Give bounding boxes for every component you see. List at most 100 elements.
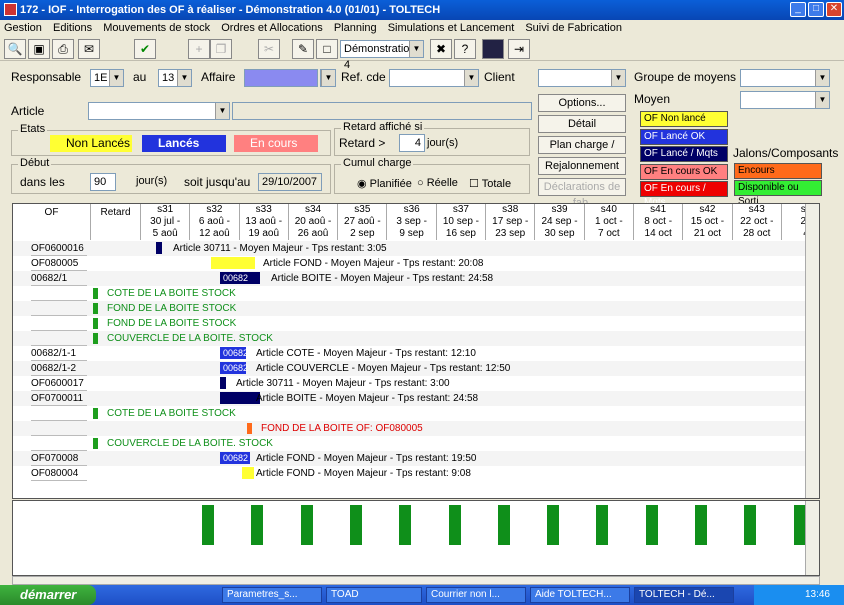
of-cell: OF0700011 — [31, 391, 87, 406]
table-row[interactable]: COTE DE LA BOITE STOCK — [13, 286, 819, 301]
minimize-button[interactable]: _ — [790, 2, 806, 17]
soit-label: soit jusqu'au — [184, 175, 251, 189]
rejalonnement-button[interactable]: Rejalonnement — [538, 157, 626, 175]
menu-gestion[interactable]: Gestion — [0, 20, 46, 36]
maximize-button[interactable]: □ — [808, 2, 824, 17]
responsable-to-select[interactable]: 13 ▼ — [158, 69, 192, 87]
menu-editions[interactable]: Editions — [49, 20, 96, 36]
plan-charge-button[interactable]: Plan charge / sem. — [538, 136, 626, 167]
menu-simulations[interactable]: Simulations et Lancement — [384, 20, 519, 36]
table-row[interactable]: FOND DE LA BOITE STOCK — [13, 301, 819, 316]
title-bar: 172 - IOF - Interrogation des OF à réali… — [0, 0, 844, 20]
debut-label: Début — [18, 157, 52, 169]
affaire-input[interactable] — [244, 69, 318, 87]
jalon-mark — [93, 303, 98, 314]
moyen-select[interactable]: ▼ — [740, 91, 830, 109]
blank-icon[interactable]: □ — [316, 39, 338, 59]
task-parametres[interactable]: Parametres_s... — [222, 587, 322, 603]
load-bar — [300, 505, 313, 545]
export-icon[interactable]: ✉ — [78, 39, 100, 59]
add-icon[interactable]: + — [188, 39, 210, 59]
task-toltech[interactable]: TOLTECH - Dé... — [634, 587, 734, 603]
article-select[interactable]: ▼ — [88, 102, 230, 120]
camera-icon[interactable]: ▣ — [28, 39, 50, 59]
task-aide[interactable]: Aide TOLTECH... — [530, 587, 630, 603]
table-row[interactable]: FOND DE LA BOITE STOCK — [13, 316, 819, 331]
zoom-icon[interactable]: 🔍 — [4, 39, 26, 59]
table-row[interactable]: OF070008 00682 Article FOND - Moyen Majeur… — [13, 451, 819, 466]
options-button[interactable]: Options... — [538, 94, 626, 112]
ok-icon[interactable]: ✔ — [134, 39, 156, 59]
retard-group-label: Retard affiché si — [341, 121, 425, 133]
responsable-from-select[interactable]: 1E ▼ — [90, 69, 124, 87]
table-row[interactable]: OF080005 Article FOND - Moyen Majeur - Tp… — [13, 256, 819, 271]
magic-icon[interactable] — [482, 39, 504, 59]
table-row[interactable]: OF0600017 Article 30711 - Moyen Majeur - … — [13, 376, 819, 391]
week-header-text: s36 — [403, 204, 420, 215]
table-row[interactable]: FOND DE LA BOITE OF: OF080005 — [13, 421, 819, 436]
refcde-select[interactable]: ▼ — [389, 69, 479, 87]
of-cell: 00682/1-2 — [31, 361, 87, 376]
etats-group: Etats Non Lancés Lancés En cours — [11, 123, 331, 156]
retard-input[interactable]: 4 — [399, 134, 425, 152]
totale-checkbox[interactable]: ☐ Totale — [469, 177, 511, 190]
gantt-bar[interactable]: 00682 — [220, 452, 250, 464]
table-row[interactable]: 00682/1 00682 Article BOITE - Moyen Majeur… — [13, 271, 819, 286]
menu-suivi[interactable]: Suivi de Fabrication — [521, 20, 626, 36]
affaire-button[interactable]: ▼ — [320, 69, 336, 87]
close-button[interactable]: ✕ — [826, 2, 842, 17]
load-scrollbar[interactable] — [805, 501, 819, 575]
vertical-scrollbar[interactable] — [805, 204, 819, 498]
table-row[interactable]: COTE DE LA BOITE STOCK — [13, 406, 819, 421]
gantt-bar[interactable] — [156, 242, 162, 254]
detail-button[interactable]: Détail — [538, 115, 626, 133]
start-button[interactable]: démarrer — [0, 585, 96, 605]
menu-planning[interactable]: Planning — [330, 20, 381, 36]
tools-icon[interactable]: ✖ — [430, 39, 452, 59]
load-bar — [202, 505, 214, 545]
menu-ordres[interactable]: Ordres et Allocations — [217, 20, 327, 36]
print-icon[interactable]: ⎙ — [52, 39, 74, 59]
week-header-text: 15 oct - — [690, 216, 725, 227]
gantt-bar[interactable] — [220, 377, 226, 389]
table-row[interactable]: 00682/1-2 00682 Article COUVERCLE - Moyen … — [13, 361, 819, 376]
row-text: Article FOND - Moyen Majeur - Tps restan… — [256, 468, 471, 479]
table-row[interactable]: COUVERCLE DE LA BOITE. STOCK — [13, 331, 819, 346]
week-header-text: 10 sep - — [442, 216, 480, 227]
gantt-bar[interactable]: 00682 — [220, 272, 260, 284]
task-courrier[interactable]: Courrier non l... — [426, 587, 526, 603]
moyen-label: Moyen — [634, 92, 671, 106]
eraser-icon[interactable]: ✎ — [292, 39, 314, 59]
of-cell: 00682/1 — [31, 271, 87, 286]
week-header: s34 20 aoû -26 aoû — [288, 204, 339, 240]
reelle-radio[interactable]: ○ Réelle — [417, 177, 458, 189]
gantt-bar[interactable]: 00682 — [220, 362, 248, 374]
gantt-bar[interactable]: 00682 — [220, 347, 248, 359]
menu-mouvements[interactable]: Mouvements de stock — [99, 20, 214, 36]
declarations-button[interactable]: Déclarations de fab. — [538, 178, 626, 209]
non-lances-checkbox[interactable]: Non Lancés — [50, 135, 132, 152]
task-toad[interactable]: TOAD — [326, 587, 422, 603]
help-icon[interactable]: ? — [454, 39, 476, 59]
table-row[interactable]: COUVERCLE DE LA BOITE. STOCK — [13, 436, 819, 451]
company-select[interactable]: Démonstration 4 ▼ — [340, 40, 424, 71]
client-select[interactable]: ▼ — [538, 69, 626, 87]
exit-icon[interactable]: ⇥ — [508, 39, 530, 59]
lances-checkbox[interactable]: Lancés — [142, 135, 226, 152]
en-cours-checkbox[interactable]: En cours — [234, 135, 318, 152]
table-row[interactable]: OF080004 Article FOND - Moyen Majeur - Tp… — [13, 466, 819, 481]
days-input[interactable]: 90 — [90, 173, 116, 191]
table-row[interactable]: OF0700011 Article BOITE - Moyen Majeur - … — [13, 391, 819, 406]
cut-icon[interactable]: ✂ — [258, 39, 280, 59]
cumul-label: Cumul charge — [341, 157, 414, 169]
groupe-moyens-select[interactable]: ▼ — [740, 69, 830, 87]
gantt-bar[interactable] — [220, 392, 260, 404]
table-row[interactable]: 00682/1-1 00682 Article COTE - Moyen Majeu… — [13, 346, 819, 361]
planifiee-radio[interactable]: ◉ Planifiée — [357, 177, 412, 190]
gantt-bar[interactable] — [242, 467, 254, 479]
table-row[interactable]: OF0600016 Article 30711 - Moyen Majeur - … — [13, 241, 819, 256]
copy-icon[interactable]: ❐ — [210, 39, 232, 59]
gantt-bar[interactable] — [211, 257, 255, 269]
horizontal-scrollbar[interactable] — [12, 576, 820, 585]
jalons-label: Jalons/Composants — [733, 146, 839, 160]
